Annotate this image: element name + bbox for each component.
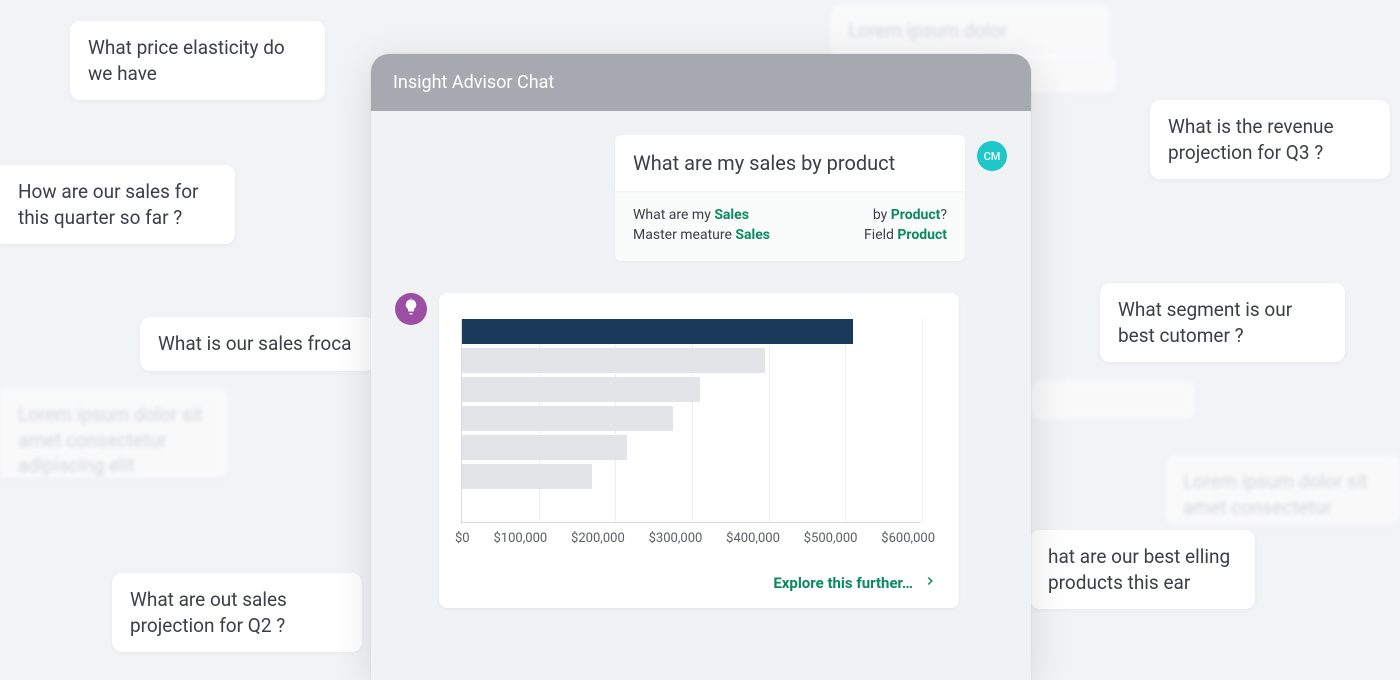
x-tick-label: $500,000 <box>804 531 858 546</box>
grid-line <box>922 319 923 522</box>
chevron-right-icon <box>923 574 937 592</box>
suggestion-text: How are our sales for this quarter so fa… <box>18 180 198 229</box>
bot-avatar[interactable] <box>395 293 427 325</box>
x-tick-label: $400,000 <box>726 531 780 546</box>
grid-line <box>845 319 846 522</box>
x-tick-label: $200,000 <box>571 531 625 546</box>
x-tick-label: $0 <box>455 531 470 546</box>
suggestion-bubble[interactable]: What is our sales froca <box>140 317 375 371</box>
keyword-sales: Sales <box>714 207 749 223</box>
chart-bar[interactable] <box>462 377 700 402</box>
bar-chart[interactable] <box>461 319 921 523</box>
suggestion-bubble[interactable]: What is the revenue projection for Q3 ? <box>1150 100 1390 179</box>
grid-line <box>769 319 770 522</box>
explore-label: Explore this further… <box>773 574 913 592</box>
lightbulb-icon <box>402 298 420 320</box>
suggestion-bubble[interactable]: What are out sales projection for Q2 ? <box>112 573 362 652</box>
suggestion-text: Lorem ipsum dolor <box>848 19 1007 42</box>
interp-line: What are my Sales by Product? <box>633 207 947 223</box>
suggestion-text: What is our sales froca <box>158 332 352 355</box>
keyword-product: Product <box>897 227 947 243</box>
explore-further-link[interactable]: Explore this further… <box>461 574 937 592</box>
x-axis-ticks: $0 $100,000 $200,000 $300,000 $400,000 $500,0… <box>455 531 935 546</box>
suggestion-text: Lorem ipsum dolor sit amet consectetur <box>1183 470 1368 519</box>
interp-right: Field Product <box>864 227 947 243</box>
interpretation-card: What are my Sales by Product? Master mea… <box>615 191 965 261</box>
user-query-card: What are my sales by product <box>615 135 965 191</box>
keyword-sales: Sales <box>735 227 770 243</box>
suggestion-bubble-faded: Lorem ipsum dolor <box>830 4 1110 59</box>
bot-answer-row: $0 $100,000 $200,000 $300,000 $400,000 $500,0… <box>395 293 1007 608</box>
suggestion-bubble[interactable]: What segment is our best cutomer ? <box>1100 283 1345 362</box>
user-avatar[interactable]: CM <box>977 141 1007 171</box>
x-tick-label: $300,000 <box>649 531 703 546</box>
chat-body: What are my sales by product CM What are… <box>371 111 1031 608</box>
suggestion-bubble-faded <box>1017 55 1117 93</box>
user-message-row: What are my sales by product CM <box>395 135 1007 191</box>
suggestion-bubble[interactable]: hat are our best elling products this ea… <box>1030 530 1255 609</box>
suggestion-bubble[interactable]: How are our sales for this quarter so fa… <box>0 165 235 244</box>
chart-bar[interactable] <box>462 464 592 489</box>
keyword-product: Product <box>891 207 941 223</box>
suggestion-text: What segment is our best cutomer ? <box>1118 298 1292 347</box>
x-tick-label: $600,000 <box>881 531 935 546</box>
suggestion-text: What is the revenue projection for Q3 ? <box>1168 115 1334 164</box>
chart-bar[interactable] <box>462 348 765 373</box>
suggestion-text: What are out sales projection for Q2 ? <box>130 588 287 637</box>
interp-right: by Product? <box>873 207 947 223</box>
chart-bar[interactable] <box>462 406 673 431</box>
suggestion-text: What price elasticity do we have <box>88 36 285 85</box>
interp-left: What are my Sales <box>633 207 749 223</box>
interp-left: Master meature Sales <box>633 227 770 243</box>
chat-header-title: Insight Advisor Chat <box>371 54 1031 111</box>
suggestion-bubble[interactable]: What price elasticity do we have <box>70 21 325 100</box>
x-tick-label: $100,000 <box>493 531 547 546</box>
suggestion-bubble-faded: Lorem ipsum dolor sit amet consectetur a… <box>0 388 228 478</box>
chart-bar[interactable] <box>462 435 627 460</box>
interp-line: Master meature Sales Field Product <box>633 227 947 243</box>
avatar-initials: CM <box>984 150 1001 163</box>
suggestion-bubble-faded: Lorem ipsum dolor sit amet consectetur <box>1165 455 1400 525</box>
suggestion-text: Lorem ipsum dolor sit amet consectetur a… <box>18 403 203 477</box>
chart-card: $0 $100,000 $200,000 $300,000 $400,000 $500,0… <box>439 293 959 608</box>
chat-panel: Insight Advisor Chat What are my sales b… <box>371 54 1031 680</box>
user-query-text: What are my sales by product <box>633 151 895 175</box>
suggestion-bubble-faded <box>1030 380 1195 420</box>
chart-bar[interactable] <box>462 319 853 344</box>
suggestion-text: hat are our best elling products this ea… <box>1048 545 1230 594</box>
